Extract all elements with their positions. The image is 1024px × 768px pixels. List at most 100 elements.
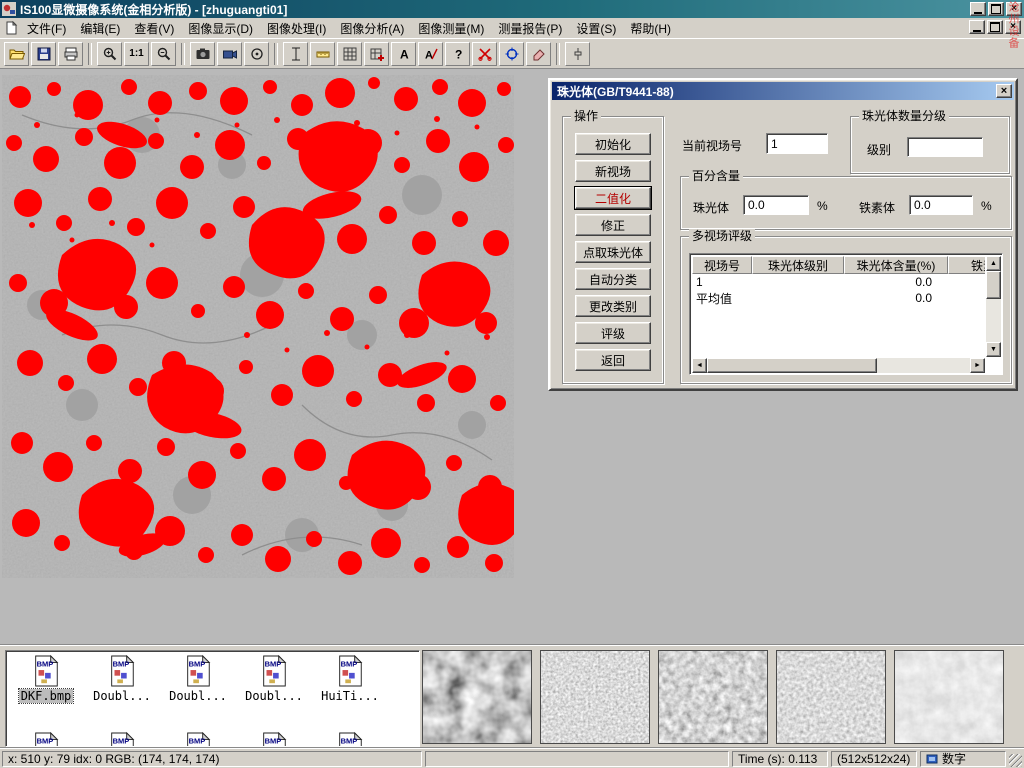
scrollbar-thumb[interactable] — [986, 271, 1001, 299]
pick-pearlite-button[interactable]: 点取珠光体 — [575, 241, 651, 263]
file-item[interactable]: BMP — [84, 731, 160, 747]
rate-button[interactable]: 评级 — [575, 322, 651, 344]
auto-classify-button[interactable]: 自动分类 — [575, 268, 651, 290]
mdi-document-icon[interactable] — [4, 21, 18, 35]
scroll-right-button[interactable]: ► — [970, 358, 985, 373]
bmp-file-icon: BMP — [335, 654, 365, 688]
menu-bar: 文件(F) 编辑(E) 查看(V) 图像显示(D) 图像处理(I) 图像分析(A… — [0, 18, 1024, 39]
ruler-button[interactable] — [310, 42, 335, 66]
table-row[interactable]: 平均值 0.0 — [692, 290, 985, 306]
thumbnail-2[interactable] — [540, 650, 650, 744]
thumbnail-5[interactable] — [894, 650, 1004, 744]
file-item[interactable]: BMP DKF.bmp — [8, 654, 84, 703]
header-field-no[interactable]: 视场号 — [692, 256, 752, 274]
file-row: BMP DKF.bmp BMP Doubl... BMP Doubl... BM… — [8, 654, 388, 703]
menu-image-display[interactable]: 图像显示(D) — [181, 17, 260, 40]
capture-target-button[interactable] — [244, 42, 269, 66]
return-button[interactable]: 返回 — [575, 349, 651, 371]
ferrite-input[interactable] — [909, 195, 973, 215]
minimize-button[interactable] — [970, 2, 986, 16]
toolbar-separator — [181, 43, 185, 65]
dialog-title-bar[interactable]: 珠光体(GB/T9441-88) — [552, 82, 1014, 100]
zoom-in-button[interactable] — [97, 42, 122, 66]
table-body: 1 0.0 平均值 0.0 — [692, 274, 985, 357]
scrollbar-thumb[interactable] — [707, 358, 877, 373]
init-button[interactable]: 初始化 — [575, 133, 651, 155]
correct-button[interactable]: 修正 — [575, 214, 651, 236]
bmp-file-icon: BMP — [183, 731, 213, 747]
resize-grip[interactable] — [1009, 754, 1022, 767]
scroll-up-button[interactable]: ▲ — [986, 256, 1001, 271]
maximize-button[interactable] — [988, 2, 1004, 16]
file-name: Doubl... — [91, 689, 153, 703]
bmp-file-icon: BMP — [259, 654, 289, 688]
thumbnail-1[interactable] — [422, 650, 532, 744]
table-row[interactable]: 1 0.0 — [692, 274, 985, 290]
file-item[interactable]: BMP — [236, 731, 312, 747]
file-item[interactable]: BMP Doubl... — [236, 654, 312, 703]
thumbnail-4[interactable] — [776, 650, 886, 744]
scroll-track[interactable] — [877, 358, 970, 373]
vertical-scrollbar[interactable]: ▲ ▼ — [986, 256, 1001, 357]
ruler-icon — [315, 46, 331, 62]
new-field-button[interactable]: 新视场 — [575, 160, 651, 182]
file-item[interactable]: BMP — [160, 731, 236, 747]
change-class-button[interactable]: 更改类别 — [575, 295, 651, 317]
eraser-button[interactable] — [526, 42, 551, 66]
file-item[interactable]: BMP HuiTi... — [312, 654, 388, 703]
dialog-close-button[interactable]: × — [996, 84, 1012, 98]
header-pearlite-content[interactable]: 珠光体含量(%) — [844, 256, 948, 274]
measure-length-button[interactable] — [283, 42, 308, 66]
scroll-down-button[interactable]: ▼ — [986, 342, 1001, 357]
menu-image-process[interactable]: 图像处理(I) — [260, 17, 333, 40]
mdi-minimize-button[interactable] — [969, 20, 985, 34]
level-slider-button[interactable] — [565, 42, 590, 66]
percent-group-label: 百分含量 — [689, 169, 743, 183]
watermark: 沧州设备 — [1005, 1, 1021, 49]
current-field-input[interactable] — [766, 133, 828, 154]
thumbnail-3[interactable] — [658, 650, 768, 744]
header-ferrite[interactable]: 铁素 — [948, 256, 985, 274]
open-button[interactable] — [4, 42, 29, 66]
file-item[interactable]: BMP Doubl... — [160, 654, 236, 703]
svg-text:BMP: BMP — [189, 736, 206, 745]
header-pearlite-grade[interactable]: 珠光体级别 — [752, 256, 844, 274]
text-annotation-button[interactable]: A — [391, 42, 416, 66]
grade-input[interactable] — [907, 137, 983, 157]
camera-button[interactable] — [190, 42, 215, 66]
zoom-out-button[interactable] — [151, 42, 176, 66]
text-angle-button[interactable]: A — [418, 42, 443, 66]
save-button[interactable] — [31, 42, 56, 66]
video-capture-button[interactable] — [217, 42, 242, 66]
pearlite-label: 珠光体 — [693, 199, 729, 216]
cut-button[interactable] — [472, 42, 497, 66]
scroll-left-button[interactable]: ◄ — [692, 358, 707, 373]
grid-add-button[interactable] — [364, 42, 389, 66]
print-button[interactable] — [58, 42, 83, 66]
menu-image-measure[interactable]: 图像测量(M) — [411, 17, 491, 40]
file-item[interactable]: BMP — [312, 731, 388, 747]
save-icon — [36, 46, 52, 62]
file-listbox[interactable]: BMP DKF.bmp BMP Doubl... BMP Doubl... BM… — [5, 650, 420, 747]
micrograph-image[interactable] — [2, 75, 514, 578]
menu-file[interactable]: 文件(F) — [20, 17, 73, 40]
menu-edit[interactable]: 编辑(E) — [73, 17, 127, 40]
crosshair-button[interactable] — [499, 42, 524, 66]
menu-help[interactable]: 帮助(H) — [623, 17, 678, 40]
binarize-button[interactable]: 二值化 — [575, 187, 651, 209]
menu-image-analysis[interactable]: 图像分析(A) — [333, 17, 411, 40]
minimize-icon — [973, 30, 981, 32]
horizontal-scrollbar[interactable]: ◄ ► — [692, 358, 985, 373]
menu-view[interactable]: 查看(V) — [127, 17, 181, 40]
menu-report[interactable]: 测量报告(P) — [491, 17, 569, 40]
file-item[interactable]: BMP — [8, 731, 84, 747]
file-item[interactable]: BMP Doubl... — [84, 654, 160, 703]
help-button[interactable]: ? — [445, 42, 470, 66]
mdi-restore-button[interactable] — [987, 20, 1003, 34]
cell-field-no: 1 — [692, 275, 752, 289]
menu-settings[interactable]: 设置(S) — [569, 17, 623, 40]
actual-size-button[interactable]: 1:1 — [124, 42, 149, 66]
grid-button[interactable] — [337, 42, 362, 66]
pearlite-input[interactable] — [743, 195, 809, 215]
print-icon — [63, 46, 79, 62]
